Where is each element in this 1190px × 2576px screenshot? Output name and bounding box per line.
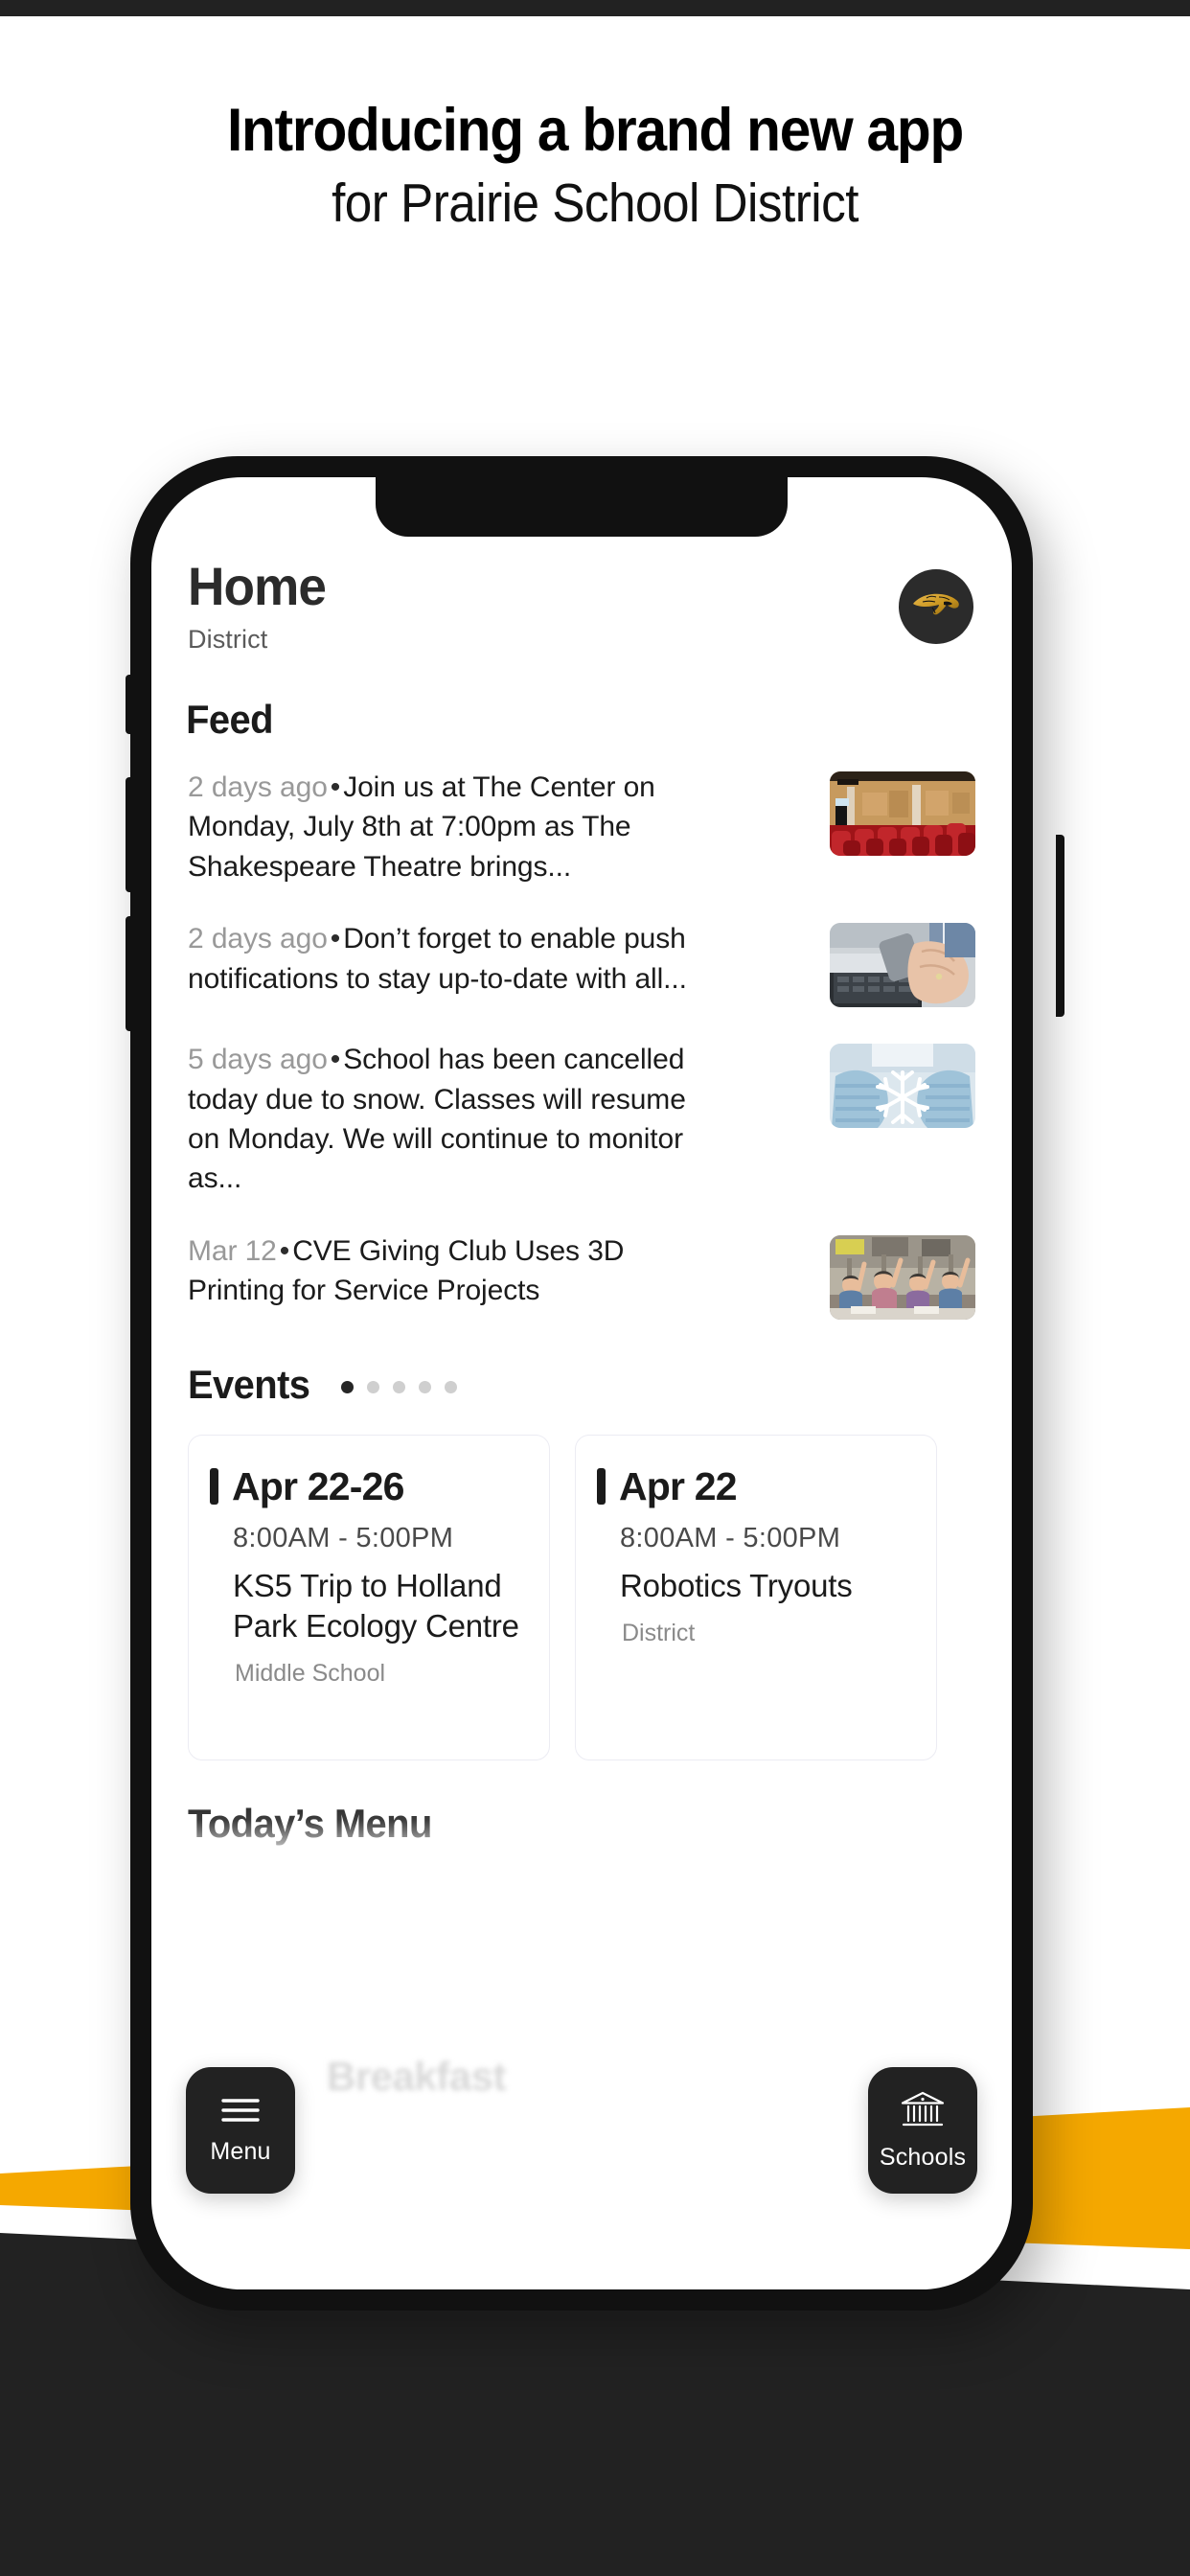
theatre-seats-photo-icon — [830, 771, 975, 856]
feed-item[interactable]: Mar 12 • CVE Giving Club Uses 3D Printing … — [188, 1231, 975, 1320]
feed-item-age: 5 days ago — [188, 1044, 328, 1076]
phone-notch — [376, 477, 788, 537]
event-accent-bar-icon — [597, 1468, 606, 1506]
feed-item-text: Mar 12 • CVE Giving Club Uses 3D Printing … — [188, 1231, 722, 1311]
events-pagination-dots[interactable] — [341, 1375, 458, 1394]
event-date: Apr 22-26 — [232, 1463, 404, 1508]
feed-item-age: Mar 12 — [188, 1234, 277, 1267]
schools-button-label: Schools — [879, 2143, 967, 2171]
events-carousel[interactable]: Apr 22-26 8:00AM - 5:00PM KS5 Trip to Ho… — [151, 1434, 1012, 1760]
events-heading: Events — [188, 1361, 310, 1407]
feed-item-thumbnail[interactable] — [830, 923, 975, 1008]
event-title: KS5 Trip to Holland Park Ecology Centre — [233, 1567, 519, 1644]
page-subtitle: District — [188, 625, 268, 654]
feed-item[interactable]: 2 days ago • Join us at The Center on Mond… — [188, 768, 975, 886]
feed-heading: Feed — [186, 697, 273, 742]
feed-item-separator: • — [330, 771, 341, 803]
page-title: Home — [188, 556, 327, 616]
phone-frame: Home District Feed 2 days ago • Join us … — [130, 456, 1033, 2311]
event-card[interactable]: Apr 22 8:00AM - 5:00PM Robotics Tryouts … — [575, 1434, 937, 1760]
feed-item-text: 5 days ago • School has been cancelled tod… — [188, 1040, 722, 1199]
pagination-dot[interactable] — [367, 1381, 380, 1394]
event-time: 8:00AM - 5:00PM — [233, 1522, 454, 1553]
menu-button[interactable]: Menu — [186, 2067, 295, 2194]
school-building-icon — [900, 2090, 946, 2130]
top-status-bar — [0, 0, 1190, 16]
pagination-dot[interactable] — [419, 1381, 432, 1394]
hamburger-menu-icon — [220, 2096, 261, 2125]
feed-item-thumbnail[interactable] — [830, 1044, 975, 1129]
event-accent-bar-icon — [210, 1468, 218, 1506]
feed-item[interactable]: 2 days ago • Don’t forget to enable push n… — [188, 919, 975, 1008]
event-date-row: Apr 22 — [597, 1464, 911, 1509]
feed-list: 2 days ago • Join us at The Center on Mond… — [151, 768, 1012, 1320]
menu-heading: Today’s Menu — [188, 1800, 432, 1846]
schools-button[interactable]: Schools — [868, 2067, 977, 2194]
classroom-students-photo-icon — [830, 1234, 975, 1320]
hero-headline: Introducing a brand new app — [226, 97, 964, 164]
header-titles: Home District — [188, 560, 333, 655]
feed-item-age: 2 days ago — [188, 771, 328, 803]
event-scope: Middle School — [235, 1660, 386, 1688]
pagination-dot[interactable] — [393, 1381, 406, 1394]
event-date-row: Apr 22-26 — [210, 1464, 524, 1509]
feed-item-thumbnail[interactable] — [830, 771, 975, 856]
event-card[interactable]: Apr 22-26 8:00AM - 5:00PM KS5 Trip to Ho… — [188, 1434, 550, 1760]
menu-section: Today’s Menu — [151, 1760, 1012, 1847]
panther-mascot-logo-icon — [911, 588, 961, 626]
feed-item-separator: • — [330, 923, 341, 955]
feed-item-text: 2 days ago • Join us at The Center on Mond… — [188, 768, 722, 886]
hero-copy: Introducing a brand new app for Prairie … — [0, 96, 1190, 237]
avatar[interactable] — [899, 569, 973, 644]
feed-item-thumbnail[interactable] — [830, 1234, 975, 1320]
feed-item-text: 2 days ago • Don’t forget to enable push n… — [188, 919, 722, 999]
phone-power-button[interactable] — [1056, 835, 1064, 1017]
floating-action-row: Menu Schools — [151, 2067, 1012, 2194]
app-header: Home District — [151, 560, 1012, 655]
menu-button-label: Menu — [210, 2137, 271, 2165]
feed-item-separator: • — [279, 1234, 290, 1267]
events-header-row: Events — [151, 1362, 1012, 1408]
event-date: Apr 22 — [619, 1463, 738, 1508]
hands-phone-laptop-photo-icon — [830, 923, 975, 1008]
snowflake-mittens-photo-icon — [830, 1044, 975, 1129]
feed-item-age: 2 days ago — [188, 923, 328, 955]
event-time: 8:00AM - 5:00PM — [620, 1522, 841, 1553]
feed-item-separator: • — [330, 1044, 341, 1076]
hero-subheadline: for Prairie School District — [332, 172, 858, 235]
feed-item[interactable]: 5 days ago • School has been cancelled tod… — [188, 1040, 975, 1199]
phone-screen: Home District Feed 2 days ago • Join us … — [151, 477, 1012, 2289]
event-title: Robotics Tryouts — [620, 1567, 853, 1603]
phone-mockup: Home District Feed 2 days ago • Join us … — [126, 456, 1064, 2336]
pagination-dot[interactable] — [341, 1381, 355, 1394]
pagination-dot[interactable] — [445, 1381, 458, 1394]
app-viewport: Home District Feed 2 days ago • Join us … — [151, 477, 1012, 2289]
event-scope: District — [622, 1619, 696, 1646]
